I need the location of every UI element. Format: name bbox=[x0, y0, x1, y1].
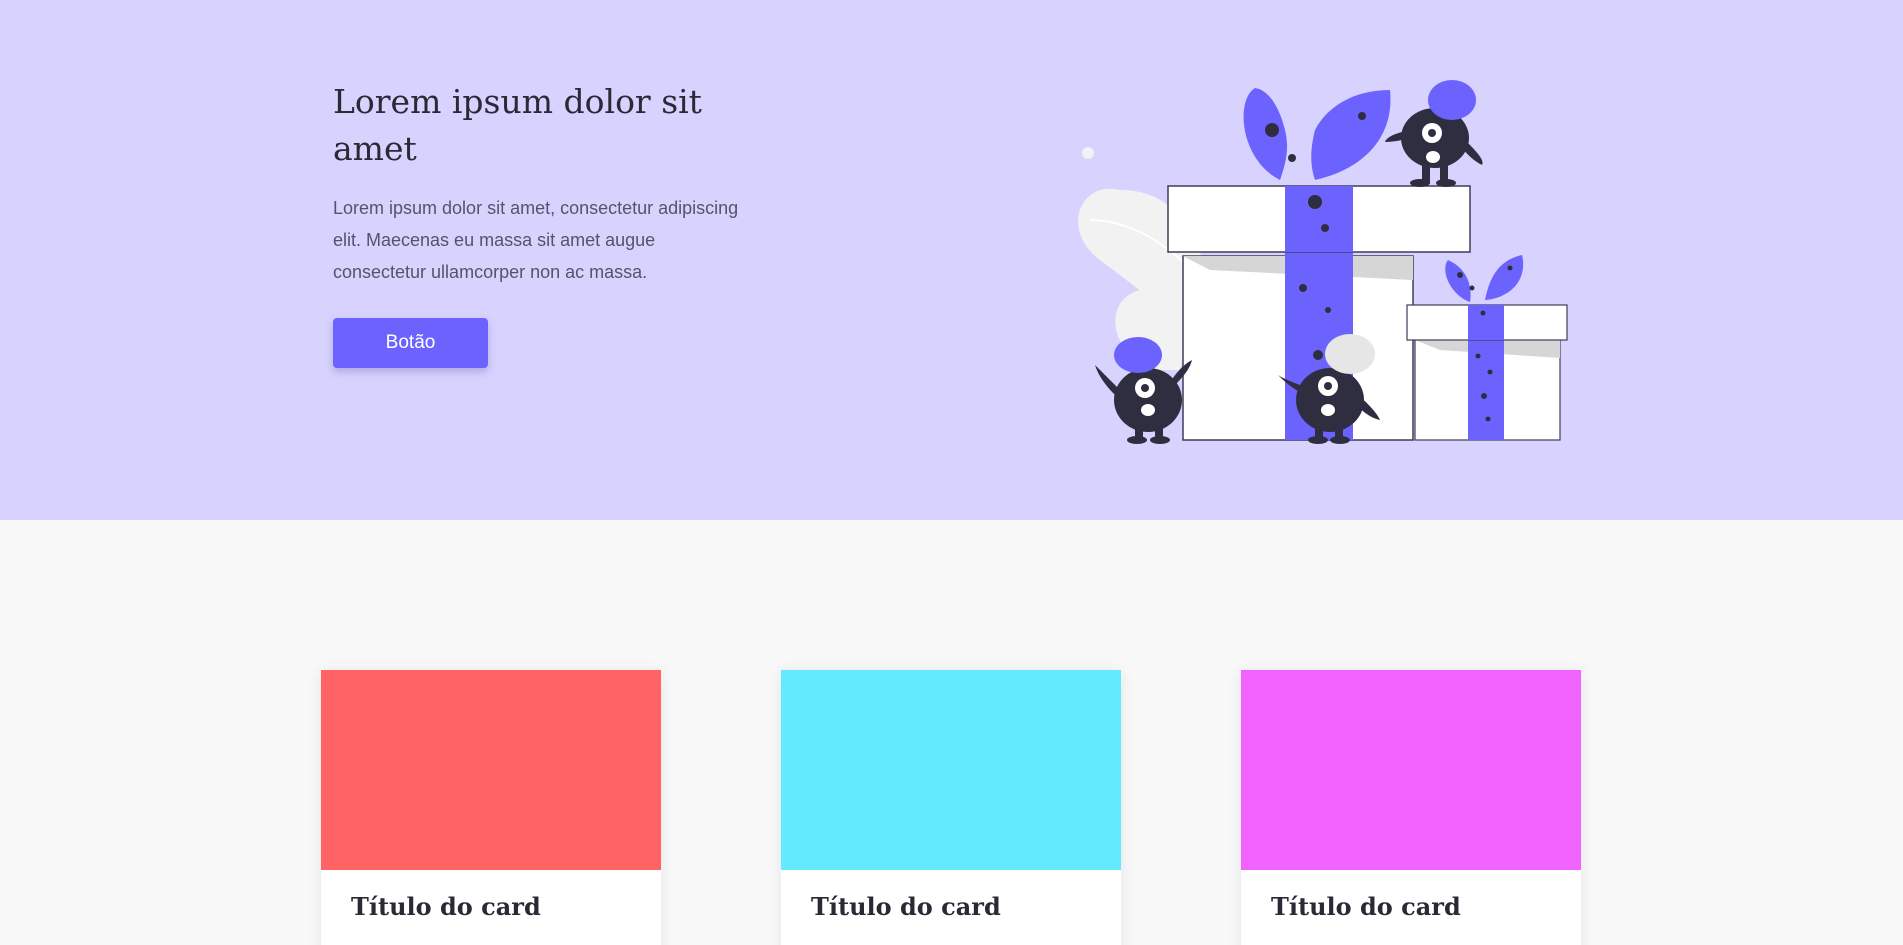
hero-cta-button[interactable]: Botão bbox=[333, 318, 488, 368]
card-2[interactable]: Título do card bbox=[781, 670, 1121, 945]
card-1[interactable]: Título do card bbox=[321, 670, 661, 945]
cards-section: Título do card Título do card Título do … bbox=[0, 520, 1903, 945]
card-media bbox=[321, 670, 661, 870]
hero-section: Lorem ipsum dolor sit amet Lorem ipsum d… bbox=[0, 0, 1903, 520]
hero-description: Lorem ipsum dolor sit amet, consectetur … bbox=[333, 198, 739, 282]
hero-text-block: Lorem ipsum dolor sit amet Lorem ipsum d… bbox=[333, 78, 753, 368]
gift-boxes-illustration bbox=[1078, 80, 1568, 444]
card-title: Título do card bbox=[351, 892, 541, 921]
card-media bbox=[781, 670, 1121, 870]
hero-title: Lorem ipsum dolor sit amet bbox=[333, 82, 702, 168]
card-title: Título do card bbox=[1271, 892, 1461, 921]
card-media bbox=[1241, 670, 1581, 870]
card-title: Título do card bbox=[811, 892, 1001, 921]
card-3[interactable]: Título do card bbox=[1241, 670, 1581, 945]
